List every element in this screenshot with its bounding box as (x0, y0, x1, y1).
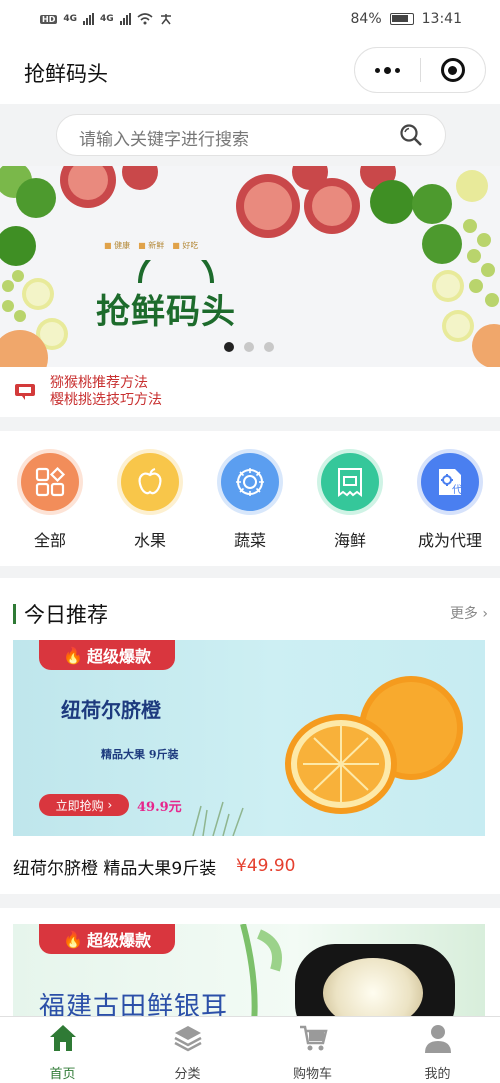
buy-now-label: 立即抢购 (55, 798, 104, 813)
status-right: 84% 13:41 (351, 11, 462, 27)
product-price: ¥49.90 (236, 856, 296, 876)
apple-icon (121, 453, 179, 511)
notice-bar[interactable]: 猕猴桃推荐方法 樱桃挑选技巧方法 (0, 367, 500, 417)
category-label: 海鲜 (333, 531, 366, 550)
banner-indicator (224, 342, 274, 352)
agent-icon: 代 (421, 453, 479, 511)
more-label: 更多 (449, 606, 478, 622)
category-label: 蔬菜 (233, 531, 266, 550)
status-indicators: HD 4G 4G (40, 13, 173, 25)
section-title: 今日推荐 (24, 603, 108, 627)
tab-label: 分类 (174, 1067, 201, 1082)
brand-tag: 健康 (104, 240, 130, 251)
notice-text: 猕猴桃推荐方法 樱桃挑选技巧方法 (50, 375, 162, 409)
tab-cart[interactable]: 购物车 (250, 1023, 375, 1082)
chevron-right-icon: › (103, 798, 113, 812)
product-name[interactable]: 纽荷尔脐橙 精品大果9斤装 (13, 854, 216, 879)
image-product-subtitle: 精品大果 9斤装 (101, 748, 179, 761)
badge-label: 超级爆款 (86, 647, 151, 666)
promo-banner[interactable]: 健康 新鲜 好吃 抢鲜码头 (0, 166, 500, 367)
wifi-icon (137, 13, 153, 25)
status-bar: HD 4G 4G 84% 13:41 (0, 0, 500, 38)
banner-dot[interactable] (244, 342, 254, 352)
close-mini-program-button[interactable] (421, 48, 485, 92)
nav-bar: 抢鲜码头 (0, 38, 500, 104)
user-icon (424, 1025, 451, 1053)
category-label: 成为代理 (417, 531, 482, 550)
hot-badge: 🔥 超级爆款 (39, 640, 175, 670)
category-all[interactable]: 全部 (0, 449, 100, 551)
ticket-icon (321, 453, 379, 511)
battery-percent: 84% (350, 11, 382, 27)
cart-icon (299, 1025, 328, 1051)
product-image[interactable]: 🔥 超级爆款 纽荷尔脐橙 精品大果 9斤装 立即抢购 › 49.9元 (13, 640, 485, 836)
search-input[interactable]: 请输入关键字进行搜索 (56, 114, 446, 156)
search-placeholder: 请输入关键字进行搜索 (79, 130, 249, 150)
grass-decoration (192, 801, 244, 836)
tab-profile[interactable]: 我的 (375, 1023, 500, 1082)
target-icon (440, 58, 465, 82)
tab-label: 购物车 (292, 1067, 332, 1082)
bottom-tab-bar: 首页 分类 购物车 我的 (0, 1016, 500, 1083)
sun-icon (221, 453, 279, 511)
image-price: 49.9元 (137, 800, 182, 815)
search-area: 请输入关键字进行搜索 (0, 104, 500, 166)
mini-program-capsule (354, 47, 486, 93)
message-icon (15, 384, 35, 400)
page-title: 抢鲜码头 (24, 62, 108, 86)
section-accent-bar (13, 604, 16, 624)
tab-label: 我的 (424, 1067, 451, 1082)
network-label-2: 4G (100, 14, 114, 24)
search-icon[interactable] (399, 123, 423, 147)
layers-icon (173, 1026, 202, 1052)
badge-label: 超级爆款 (86, 931, 151, 950)
notice-line: 樱桃挑选技巧方法 (50, 392, 162, 408)
more-menu-button[interactable] (355, 48, 420, 92)
battery-icon (389, 13, 414, 25)
banner-dot-active[interactable] (224, 342, 234, 352)
category-icon-wrap (217, 449, 283, 515)
brand-tags: 健康 新鲜 好吃 (104, 240, 198, 251)
banner-dot[interactable] (264, 342, 274, 352)
recommend-section: 今日推荐 更多 › 🔥 超级爆款 纽荷尔脐橙 精品大果 9斤装 立即抢购 › 4… (0, 578, 500, 894)
hot-badge: 🔥 超级爆款 (39, 924, 175, 954)
flame-icon: 🔥 (63, 929, 83, 949)
fruit-decoration (0, 166, 500, 367)
brand-tag: 好吃 (172, 240, 198, 251)
category-label: 水果 (133, 531, 166, 550)
tab-category[interactable]: 分类 (125, 1023, 250, 1082)
orange-illustration (285, 676, 463, 814)
brand-logo-text: 抢鲜码头 (96, 292, 236, 332)
category-seafood[interactable]: 海鲜 (300, 449, 400, 551)
tab-home[interactable]: 首页 (0, 1023, 125, 1082)
grid-icon (21, 453, 79, 511)
image-product-title: 纽荷尔脐橙 (61, 698, 161, 722)
clock: 13:41 (421, 11, 462, 27)
chevron-right-icon: › (482, 606, 488, 622)
hd-indicator: HD (40, 14, 58, 24)
network-label-1: 4G (63, 14, 77, 24)
app-notification-icon (160, 14, 171, 25)
signal-icon (83, 13, 94, 25)
flame-icon: 🔥 (63, 645, 83, 665)
category-icon-wrap (117, 449, 183, 515)
category-vegetable[interactable]: 蔬菜 (200, 449, 300, 551)
category-fruit[interactable]: 水果 (100, 449, 200, 551)
notice-line: 猕猴桃推荐方法 (50, 375, 148, 391)
product-card-2: 🔥 超级爆款 福建古田鲜银耳 (0, 908, 500, 1034)
category-become-agent[interactable]: 代 成为代理 (400, 449, 500, 551)
buy-now-button[interactable]: 立即抢购 › (39, 794, 129, 816)
category-label: 全部 (33, 531, 66, 550)
category-grid: 全部 水果 蔬菜 海鲜 代 成为代理 (0, 431, 500, 566)
category-icon-wrap (317, 449, 383, 515)
category-icon-wrap: 代 (417, 449, 483, 515)
category-icon-wrap (17, 449, 83, 515)
more-link[interactable]: 更多 › (450, 603, 488, 623)
tab-label: 首页 (49, 1067, 76, 1082)
home-icon (49, 1025, 76, 1051)
brand-tag: 新鲜 (138, 240, 164, 251)
signal-icon (119, 13, 131, 25)
svg-text:代: 代 (452, 484, 462, 496)
